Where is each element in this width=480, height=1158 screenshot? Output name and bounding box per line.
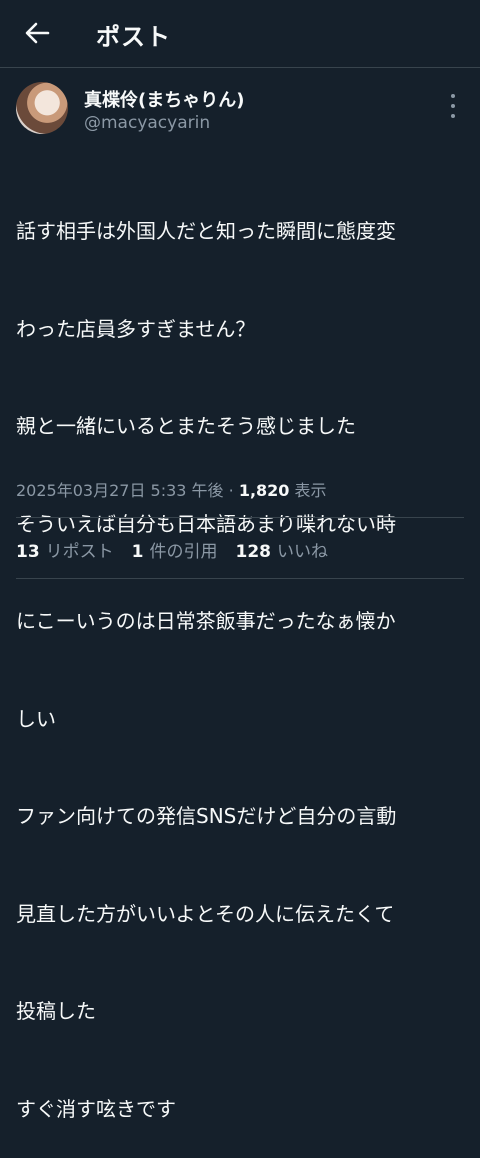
- divider: [16, 517, 464, 518]
- back-arrow-icon[interactable]: [22, 18, 52, 48]
- views-count: 1,820: [238, 481, 290, 500]
- divider: [16, 578, 464, 579]
- engagement-stats: 13 リポスト 1 件の引用 128 いいね: [16, 537, 328, 562]
- quotes-stat[interactable]: 1 件の引用: [132, 537, 218, 562]
- quotes-label: 件の引用: [149, 542, 218, 562]
- post-text-line: にこーいうのは日常茶飯事だったなぁ懐か: [16, 609, 396, 633]
- avatar[interactable]: [16, 82, 68, 134]
- quotes-count: 1: [131, 542, 144, 562]
- post-text: 話す相手は外国人だと知った瞬間に態度変 わった店員多すぎません？ 親と一緒にいる…: [16, 150, 466, 1158]
- post-text-line: 見直した方がいいよとその人に伝えたくて: [16, 901, 395, 926]
- likes-stat[interactable]: 128 いいね: [236, 537, 329, 562]
- post-text-line: しい: [16, 706, 56, 731]
- more-vertical-icon[interactable]: [442, 94, 464, 118]
- post-meta: 2025年03月27日 5:33 午後 · 1,820 表示: [16, 477, 327, 501]
- views-label: 表示: [294, 481, 327, 500]
- likes-label: いいね: [277, 542, 329, 562]
- page-title: ポスト: [96, 23, 171, 51]
- reposts-count: 13: [16, 542, 40, 562]
- post-text-line: そういえば自分も日本語あまり喋れない時: [16, 511, 396, 536]
- display-name[interactable]: 真楪伶(まちゃりん): [84, 86, 244, 112]
- post-text-line: わった店員多すぎません？: [16, 316, 256, 341]
- post-text-line: 話す相手は外国人だと知った瞬間に態度変: [16, 219, 396, 243]
- post-timestamp[interactable]: 2025年03月27日 5:33 午後: [16, 481, 224, 500]
- post-text-line: 親と一緒にいるとまたそう感じました: [16, 414, 356, 438]
- user-handle[interactable]: @macyacyarin: [84, 113, 210, 133]
- reposts-stat[interactable]: 13 リポスト: [16, 537, 114, 562]
- post-text-line: すぐ消す呟きです: [16, 1096, 176, 1121]
- meta-separator: ·: [228, 481, 234, 500]
- likes-count: 128: [235, 542, 272, 562]
- reposts-label: リポスト: [45, 542, 114, 562]
- top-bar: ポスト: [0, 0, 480, 68]
- post-text-line: 投稿した: [16, 999, 96, 1023]
- post-text-line: ファン向けての発信SNSだけど自分の言動: [16, 804, 397, 828]
